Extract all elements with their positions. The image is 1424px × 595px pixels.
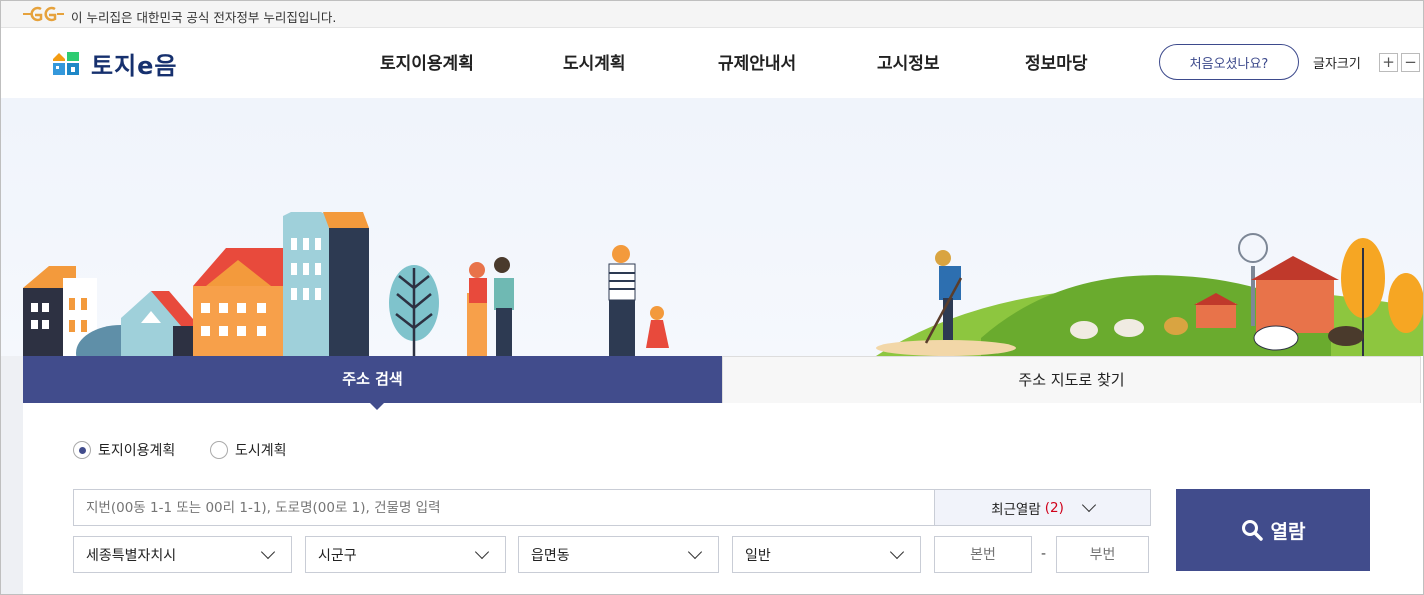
chevron-down-icon — [260, 544, 276, 559]
radio-land-use-plan[interactable]: 토지이용계획 — [73, 440, 175, 460]
gov-banner-text: 이 누리집은 대한민국 공식 전자정부 누리집입니다. — [71, 10, 337, 25]
tab-address-search-label: 주소 검색 — [342, 370, 403, 388]
radio-checked-icon — [73, 441, 91, 459]
chevron-down-icon — [1081, 497, 1096, 512]
logo-text: 토지e음 — [91, 52, 178, 80]
eupmyeondong-select-value: 읍면동 — [531, 547, 570, 564]
recent-view-dropdown[interactable]: 최근열람 (2) — [934, 489, 1151, 526]
radio-unchecked-icon — [210, 441, 228, 459]
left-gutter — [1, 356, 23, 594]
tab-map-search-label: 주소 지도로 찾기 — [1018, 371, 1125, 389]
sido-select[interactable]: 세종특별자치시 — [73, 536, 292, 573]
chevron-down-icon — [889, 544, 905, 559]
recent-view-count: (2) — [1044, 499, 1064, 516]
view-button[interactable]: 열람 — [1176, 489, 1370, 571]
site-logo[interactable]: 토지e음 — [51, 44, 191, 80]
search-tabs: 주소 검색 주소 지도로 찾기 — [23, 356, 1421, 410]
logo-mark-icon — [53, 52, 79, 75]
radio-urban-plan-label: 도시계획 — [235, 443, 287, 459]
egov-logo-icon — [23, 6, 64, 22]
nav-land-use-plan[interactable]: 토지이용계획 — [380, 49, 474, 74]
active-tab-arrow-icon — [369, 402, 385, 410]
chevron-down-icon — [687, 544, 703, 559]
font-decrease-button[interactable]: − — [1401, 53, 1420, 72]
site-header: 토지e음 토지이용계획 도시계획 규제안내서 고시정보 정보마당 처음오셨나요?… — [1, 28, 1423, 98]
sub-number-input[interactable] — [1056, 536, 1149, 573]
gov-banner: 이 누리집은 대한민국 공식 전자정부 누리집입니다. — [1, 1, 1423, 28]
radio-land-use-plan-label: 토지이용계획 — [98, 443, 176, 459]
first-visit-button[interactable]: 처음오셨나요? — [1159, 44, 1299, 80]
nav-urban-plan[interactable]: 도시계획 — [563, 49, 626, 74]
font-increase-button[interactable]: + — [1379, 53, 1398, 72]
tab-map-search[interactable]: 주소 지도로 찾기 — [722, 356, 1421, 403]
sido-select-value: 세종특별자치시 — [86, 547, 177, 564]
font-size-label: 글자크기 — [1313, 57, 1361, 72]
nav-regulation-guide[interactable]: 규제안내서 — [718, 49, 796, 74]
address-search-input[interactable] — [73, 489, 935, 526]
sigungu-select-value: 시군구 — [318, 547, 357, 564]
hero-illustration — [1, 98, 1423, 356]
recent-view-label: 최근열람 — [991, 501, 1041, 518]
nav-notice-info[interactable]: 고시정보 — [877, 49, 940, 74]
eupmyeondong-select[interactable]: 읍면동 — [518, 536, 719, 573]
land-type-select-value: 일반 — [745, 547, 771, 564]
main-number-input[interactable] — [934, 536, 1032, 573]
chevron-down-icon — [474, 544, 490, 559]
view-button-label: 열람 — [1270, 520, 1306, 543]
number-separator: - — [1041, 546, 1047, 562]
search-icon — [1241, 520, 1263, 541]
land-type-select[interactable]: 일반 — [732, 536, 921, 573]
hero-scene-image — [23, 212, 1423, 356]
nav-info-plaza[interactable]: 정보마당 — [1025, 49, 1088, 74]
sigungu-select[interactable]: 시군구 — [305, 536, 506, 573]
tab-address-search[interactable]: 주소 검색 — [23, 356, 722, 410]
radio-urban-plan[interactable]: 도시계획 — [210, 440, 287, 460]
